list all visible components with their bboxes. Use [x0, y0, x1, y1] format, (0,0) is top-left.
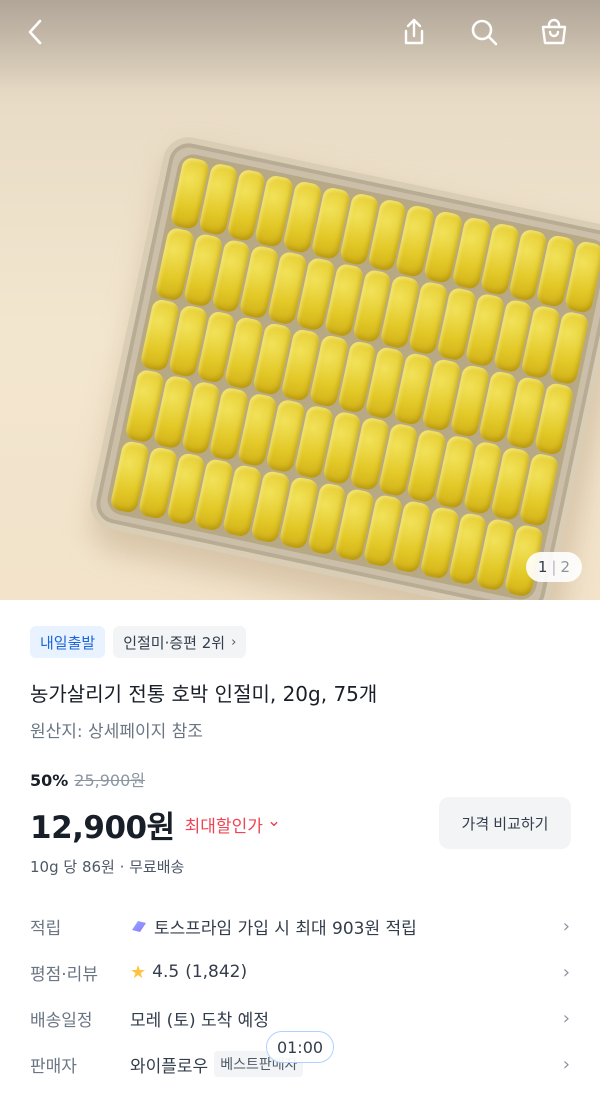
product-title: 농가살리기 전통 호박 인절미, 20g, 75개	[30, 682, 378, 706]
unit-price-info: 10g 당 86원 · 무료배송	[30, 858, 185, 876]
search-icon[interactable]	[462, 10, 506, 54]
share-icon[interactable]	[392, 10, 436, 54]
seller-label: 판매자	[30, 1056, 77, 1077]
category-rank-label: 인절미·증편 2위	[123, 633, 226, 652]
product-image[interactable]: 1 | 2	[0, 0, 600, 600]
delivery-value: 모레 (토) 도착 예정	[130, 1010, 269, 1031]
product-info: 내일출발 인절미·증편 2위 › 농가살리기 전통 호박 인절미, 20g, 7…	[0, 600, 600, 1102]
rating-row[interactable]: 평점·리뷰 ★ 4.5 (1,842) ›	[30, 957, 570, 987]
sale-price: 12,900원	[30, 810, 175, 846]
chevron-right-icon: ›	[562, 1007, 570, 1029]
original-price: 25,900원	[74, 771, 146, 790]
points-value: 토스프라임 가입 시 최대 903원 적립	[154, 918, 417, 939]
delivery-label: 배송일정	[30, 1010, 93, 1031]
rating-score: 4.5	[152, 962, 180, 982]
product-photo	[52, 80, 600, 600]
delivery-row[interactable]: 배송일정 모레 (토) 도착 예정 ›	[30, 1003, 570, 1033]
chevron-right-icon: ›	[231, 634, 237, 650]
chevron-down-icon: ⌄	[266, 810, 282, 831]
rating-label: 평점·리뷰	[30, 964, 98, 985]
discount-percent: 50%	[30, 771, 69, 790]
pager-separator: |	[551, 558, 557, 576]
points-row[interactable]: 적립 토스프라임 가입 시 최대 903원 적립 ›	[30, 911, 570, 941]
max-discount-toggle[interactable]: 최대할인가 ⌄	[184, 810, 282, 838]
back-arrow-icon[interactable]	[14, 10, 58, 54]
review-count: (1,842)	[185, 962, 248, 982]
points-label: 적립	[30, 918, 62, 939]
image-pager: 1 | 2	[525, 552, 582, 582]
chevron-right-icon: ›	[562, 915, 570, 937]
price-row: 12,900원 최대할인가 ⌄	[30, 802, 281, 847]
pager-current: 1	[537, 558, 548, 576]
category-rank-chip[interactable]: 인절미·증편 2위 ›	[113, 626, 247, 658]
pager-total: 2	[560, 558, 570, 576]
toss-prime-icon	[132, 921, 146, 932]
max-discount-label: 최대할인가	[184, 817, 263, 837]
tray	[85, 132, 600, 600]
rice-cake-grid	[104, 151, 600, 600]
star-icon: ★	[130, 961, 147, 983]
discount-row: 50% 25,900원	[30, 767, 145, 791]
seller-name: 와이플로우	[130, 1056, 209, 1077]
product-origin: 원산지: 상세페이지 참조	[30, 722, 203, 742]
timer-pill: 01:00	[266, 1031, 334, 1063]
shipping-badge: 내일출발	[30, 626, 106, 658]
chevron-right-icon: ›	[562, 1053, 570, 1075]
shopping-bag-icon[interactable]	[532, 10, 576, 54]
compare-price-button[interactable]: 가격 비교하기	[439, 797, 571, 849]
chips: 내일출발 인절미·증편 2위 ›	[30, 626, 247, 658]
chevron-right-icon: ›	[562, 961, 570, 983]
